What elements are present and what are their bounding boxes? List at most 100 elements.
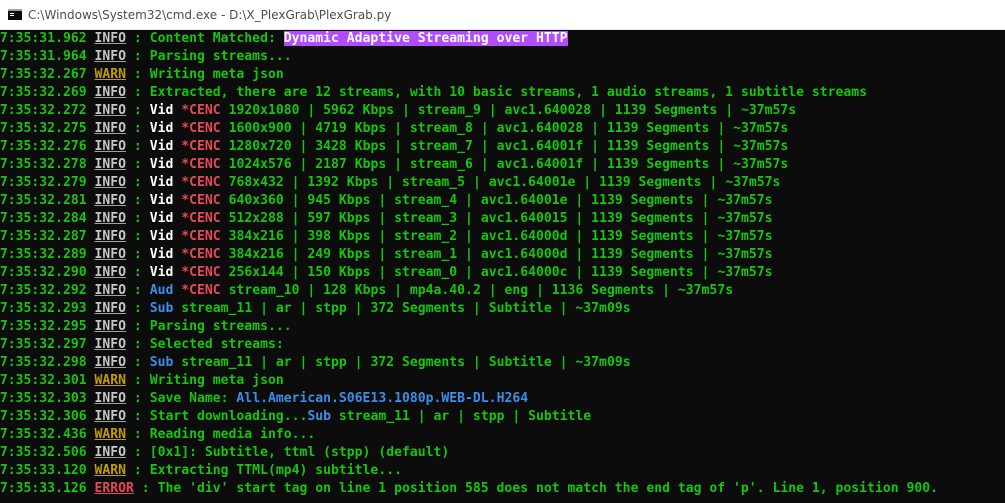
log-message-part: *CENC [181,175,229,190]
console-output[interactable]: 07:35:31.962 INFO : Content Matched: Dyn… [0,30,1005,503]
log-message-part: Vid [149,103,182,118]
log-line: 07:35:32.297 INFO : Selected streams: [0,336,1005,354]
log-level: INFO [94,31,127,46]
log-timestamp: 07:35:32.287 [0,229,87,244]
log-level: INFO [94,283,127,298]
log-level: INFO [94,157,127,172]
log-message-part: *CENC [181,229,229,244]
log-level: WARN [94,67,127,82]
log-line: 07:35:32.287 INFO : Vid *CENC 384x216 | … [0,228,1005,246]
log-message-part: Content Matched: [149,31,284,46]
log-timestamp: 07:35:32.276 [0,139,87,154]
log-timestamp: 07:35:32.267 [0,67,87,82]
log-level: INFO [94,139,127,154]
log-line: 07:35:32.292 INFO : Aud *CENC stream_10 … [0,282,1005,300]
log-timestamp: 07:35:32.272 [0,103,87,118]
log-timestamp: 07:35:32.293 [0,301,87,316]
log-message-part: Parsing streams... [149,319,292,334]
log-message-part: 1280x720 | 3428 Kbps | stream_7 | avc1.6… [228,139,789,154]
log-timestamp: 07:35:32.279 [0,175,87,190]
log-message-part: 1920x1080 | 5962 Kbps | stream_9 | avc1.… [228,103,797,118]
log-timestamp: 07:35:32.281 [0,193,87,208]
log-level: INFO [94,391,127,406]
log-timestamp: 07:35:32.284 [0,211,87,226]
log-line: 07:35:32.298 INFO : Sub stream_11 | ar |… [0,354,1005,372]
log-timestamp: 07:35:32.297 [0,337,87,352]
log-message-part: Vid [149,247,182,262]
log-level: ERROR [94,481,134,496]
log-message-part: Parsing streams... [149,49,292,64]
log-timestamp: 07:35:31.962 [0,31,87,46]
log-message-part: 512x288 | 597 Kbps | stream_3 | avc1.640… [228,211,773,226]
log-message-part: Vid [149,229,182,244]
log-message-part: 384x216 | 249 Kbps | stream_1 | avc1.640… [228,247,773,262]
log-line: 07:35:32.279 INFO : Vid *CENC 768x432 | … [0,174,1005,192]
log-message-part: Vid [149,121,182,136]
log-line: 07:35:32.306 INFO : Start downloading...… [0,408,1005,426]
log-timestamp: 07:35:31.964 [0,49,87,64]
log-timestamp: 07:35:32.295 [0,319,87,334]
log-message-part: Writing meta json [149,373,284,388]
log-message-part: All.American.S06E13.1080p.WEB-DL.H264 [236,391,529,406]
log-message-part: stream_11 | ar | stpp | Subtitle [338,409,592,424]
log-message-part: Vid [149,175,182,190]
log-line: 07:35:32.301 WARN : Writing meta json [0,372,1005,390]
log-message-part: Selected streams: [149,337,284,352]
log-message-part: Dynamic Adaptive Streaming over HTTP [283,31,568,46]
window-title: C:\Windows\System32\cmd.exe - D:\X_PlexG… [28,7,392,22]
log-level: INFO [94,355,127,370]
log-level: INFO [94,49,127,64]
log-line: 07:35:33.120 WARN : Extracting TTML(mp4)… [0,462,1005,480]
log-message-part: The 'div' start tag on line 1 position 5… [157,481,939,496]
title-bar[interactable]: C:\Windows\System32\cmd.exe - D:\X_PlexG… [0,0,1005,30]
log-timestamp: 07:35:32.269 [0,85,87,100]
log-message-part: *CENC [181,247,229,262]
log-level: INFO [94,175,127,190]
log-line: 07:35:32.303 INFO : Save Name: All.Ameri… [0,390,1005,408]
log-message-part: stream_11 | ar | stpp | 372 Segments | S… [181,355,631,370]
log-line: 07:35:32.290 INFO : Vid *CENC 256x144 | … [0,264,1005,282]
log-message-part: Start downloading... [149,409,308,424]
log-level: INFO [94,85,127,100]
log-line: 07:35:32.281 INFO : Vid *CENC 640x360 | … [0,192,1005,210]
log-message-part: 768x432 | 1392 Kbps | stream_5 | avc1.64… [228,175,781,190]
log-message-part: *CENC [181,193,229,208]
log-level: INFO [94,103,127,118]
log-timestamp: 07:35:32.275 [0,121,87,136]
log-line: 07:35:32.269 INFO : Extracted, there are… [0,84,1005,102]
log-level: INFO [94,445,127,460]
log-level: INFO [94,337,127,352]
log-message-part: stream_10 | 128 Kbps | mp4a.40.2 | eng |… [228,283,734,298]
log-message-part: *CENC [181,265,229,280]
log-timestamp: 07:35:32.303 [0,391,87,406]
log-line: 07:35:32.275 INFO : Vid *CENC 1600x900 |… [0,120,1005,138]
cmd-window: C:\Windows\System32\cmd.exe - D:\X_PlexG… [0,0,1005,503]
log-message-part: Extracting TTML(mp4) subtitle... [149,463,402,478]
log-message-part: stream_11 | ar | stpp | 372 Segments | S… [181,301,631,316]
log-line: 07:35:31.964 INFO : Parsing streams... [0,48,1005,66]
log-message-part: Sub [149,355,182,370]
log-timestamp: 07:35:32.436 [0,427,87,442]
log-message-part: Aud [149,283,182,298]
log-message-part: 256x144 | 150 Kbps | stream_0 | avc1.640… [228,265,773,280]
log-level: INFO [94,211,127,226]
log-message-part: Vid [149,211,182,226]
log-level: WARN [94,463,127,478]
log-message-part: Writing meta json [149,67,284,82]
log-message-part: *CENC [181,121,229,136]
log-level: INFO [94,319,127,334]
log-message-part: Sub [149,301,182,316]
log-message-part: Vid [149,193,182,208]
log-message-part: Vid [149,265,182,280]
log-level: INFO [94,265,127,280]
log-level: INFO [94,121,127,136]
log-message-part: 1024x576 | 2187 Kbps | stream_6 | avc1.6… [228,157,789,172]
log-timestamp: 07:35:33.120 [0,463,87,478]
log-message-part: Sub [307,409,339,424]
log-level: INFO [94,193,127,208]
log-line: 07:35:32.295 INFO : Parsing streams... [0,318,1005,336]
log-message-part: *CENC [181,103,229,118]
log-message-part: Save Name: [149,391,237,406]
log-message-part: 640x360 | 945 Kbps | stream_4 | avc1.640… [228,193,773,208]
log-line: 07:35:33.126 ERROR : The 'div' start tag… [0,480,1005,498]
